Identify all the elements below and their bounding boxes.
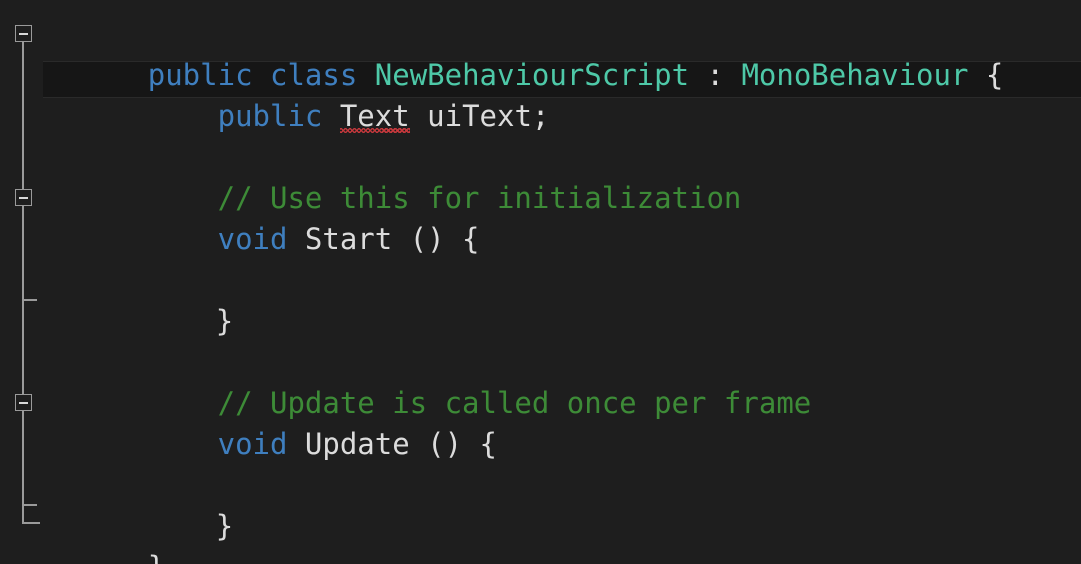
fold-marker-start-method[interactable] [15, 189, 32, 206]
method-update-signature: Update () { [287, 427, 497, 461]
fold-tick-start-end [23, 299, 37, 301]
code-editor[interactable]: public class NewBehaviourScript : MonoBe… [0, 0, 1081, 564]
close-brace-class: } [148, 550, 165, 564]
type-text-with-error: Text [339, 96, 410, 137]
keyword-void: void [217, 427, 288, 461]
outlining-gutter [0, 0, 43, 564]
fold-marker-update-method[interactable] [15, 394, 32, 411]
fold-marker-class[interactable] [15, 25, 32, 42]
code-line-4-comment[interactable]: // Use this for initialization [43, 137, 742, 215]
field-uitext: uiText; [409, 99, 550, 133]
code-text-area[interactable]: public class NewBehaviourScript : MonoBe… [0, 0, 1081, 564]
fold-corner-class-end [22, 490, 40, 524]
close-brace-start: } [215, 304, 234, 338]
code-line-10[interactable]: void Update () { [43, 383, 497, 461]
code-line-1[interactable]: public class NewBehaviourScript : MonoBe… [43, 14, 1004, 92]
method-start-signature: Start () { [287, 222, 480, 256]
open-brace: { [968, 58, 1004, 92]
code-line-12[interactable]: } [111, 465, 233, 543]
keyword-void: void [217, 222, 288, 256]
keyword-public: public [217, 99, 323, 133]
fold-tick-update-end [23, 504, 37, 506]
fold-guide-class [22, 42, 24, 522]
code-line-5[interactable]: void Start () { [43, 178, 480, 256]
code-line-7[interactable]: } [111, 260, 233, 338]
code-line-9-comment[interactable]: // Update is called once per frame [43, 342, 812, 420]
base-class-monobehaviour: MonoBehaviour [741, 58, 969, 92]
close-brace-update: } [215, 509, 234, 543]
colon-separator: : [689, 58, 742, 92]
code-line-13[interactable]: } [43, 506, 165, 564]
code-line-2[interactable]: public Text uiText; [43, 55, 549, 133]
